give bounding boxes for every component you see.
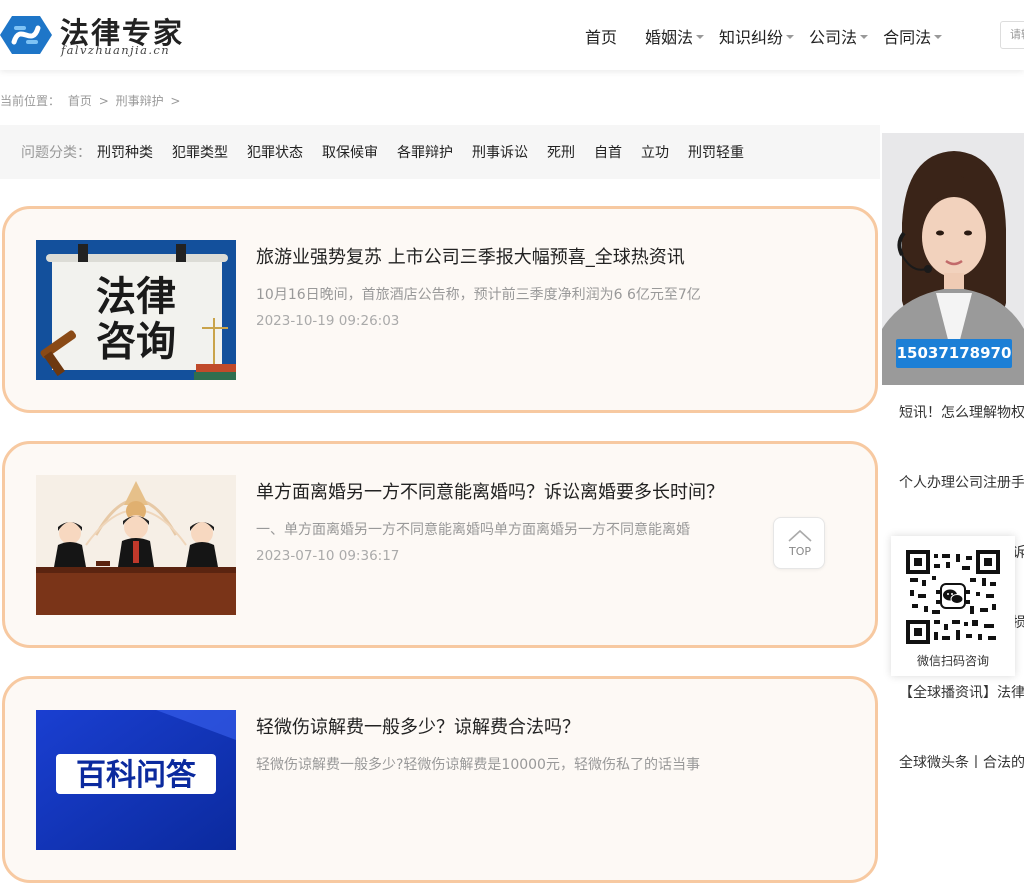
article-summary: 10月16日晚间，首旅酒店公告称，预计前三季度净利润为6 6亿元至7亿: [256, 287, 701, 303]
chevron-up-icon: [788, 529, 812, 542]
site-logo[interactable]: 法律专家 falvzhuanjia.cn: [0, 10, 200, 60]
image-text-line2: 咨询: [96, 318, 176, 365]
nav-item-label: 知识纠纷: [719, 28, 784, 47]
back-to-top-button[interactable]: TOP: [773, 517, 825, 569]
sidebar-article-link[interactable]: 【全球播资讯】法律: [899, 682, 1024, 702]
nav-item-contract-law[interactable]: 合同法: [883, 24, 943, 48]
article-thumbnail[interactable]: 百科问答: [36, 710, 236, 850]
article-title[interactable]: 单方面离婚另一方不同意能离婚吗？诉讼离婚要多长时间？: [256, 478, 724, 504]
nav-item-label: 合同法: [883, 28, 932, 47]
category-item[interactable]: 死刑: [547, 142, 575, 162]
category-item[interactable]: 犯罪状态: [247, 142, 303, 162]
court-judges-image: [36, 475, 236, 615]
breadcrumb-separator: >: [170, 94, 181, 108]
nav-item-knowledge-disputes[interactable]: 知识纠纷: [719, 24, 795, 48]
article-card[interactable]: 百科问答 轻微伤谅解费一般多少？谅解费合法吗？ 轻微伤谅解费一般多少?轻微伤谅解…: [2, 676, 878, 883]
article-date: 2023-07-10 09:36:17: [256, 548, 400, 564]
category-item[interactable]: 立功: [641, 142, 669, 162]
category-bar: 问题分类： 刑罚种类 犯罪类型 犯罪状态 取保候审 各罪辩护 刑事诉讼 死刑 自…: [0, 125, 880, 179]
image-text-line1: 法律: [96, 273, 176, 320]
article-date: 2023-10-19 09:26:03: [256, 313, 400, 329]
dropdown-arrow-icon: [786, 35, 795, 39]
nav-item-company-law[interactable]: 公司法: [809, 24, 869, 48]
article-card[interactable]: 法律 咨询 旅游业强势复苏 上市公司三季报大幅预喜_全球热资讯 10月16日晚间…: [2, 206, 878, 413]
search-input[interactable]: 请输: [1000, 21, 1024, 49]
sidebar-article-link[interactable]: 短讯！怎么理解物权: [899, 402, 1024, 422]
breadcrumb-current-link[interactable]: 刑事辩护: [116, 94, 164, 108]
category-item[interactable]: 刑罚轻重: [688, 142, 744, 162]
image-text: 百科问答: [76, 758, 197, 793]
category-item[interactable]: 自首: [594, 142, 622, 162]
qr-label: 微信扫码咨询: [916, 654, 989, 668]
article-summary: 轻微伤谅解费一般多少?轻微伤谅解费是10000元，轻微伤私了的话当事: [256, 757, 700, 773]
nav-item-label: 首页: [585, 28, 618, 47]
category-item[interactable]: 取保候审: [322, 142, 378, 162]
nav-item-label: 婚姻法: [645, 28, 694, 47]
article-title[interactable]: 旅游业强势复苏 上市公司三季报大幅预喜_全球热资讯: [256, 243, 685, 269]
back-to-top-label: TOP: [788, 545, 811, 558]
main-nav: 首页 婚姻法 知识纠纷 公司法 合同法: [585, 22, 943, 50]
category-label: 问题分类：: [21, 145, 91, 161]
breadcrumb-separator: >: [98, 94, 109, 108]
dropdown-arrow-icon: [696, 35, 705, 39]
qr-code-icon: [906, 550, 1000, 644]
breadcrumb: 当前位置： 首页 > 刑事辩护 >: [0, 92, 180, 109]
category-item[interactable]: 各罪辩护: [397, 142, 453, 162]
category-item[interactable]: 犯罪类型: [172, 142, 228, 162]
nav-item-marriage-law[interactable]: 婚姻法: [645, 24, 705, 48]
phone-number-badge[interactable]: 15037178970: [896, 339, 1012, 368]
category-item[interactable]: 刑罚种类: [97, 142, 153, 162]
article-title[interactable]: 轻微伤谅解费一般多少？谅解费合法吗？: [256, 713, 580, 739]
logo-icon: [0, 16, 52, 54]
dropdown-arrow-icon: [934, 35, 943, 39]
wechat-qr-box[interactable]: 微信扫码咨询: [891, 536, 1015, 676]
dropdown-arrow-icon: [860, 35, 869, 39]
category-item[interactable]: 刑事诉讼: [472, 142, 528, 162]
article-thumbnail[interactable]: 法律 咨询: [36, 240, 236, 380]
article-summary: 一、单方面离婚另一方不同意能离婚吗单方面离婚另一方不同意能离婚: [256, 522, 690, 538]
nav-item-label: 公司法: [809, 28, 858, 47]
logo-subtitle: falvzhuanjia.cn: [61, 43, 171, 57]
site-header: 法律专家 falvzhuanjia.cn 首页 婚姻法 知识纠纷 公司法 合同法…: [0, 0, 1024, 70]
legal-consult-image: 法律 咨询: [36, 240, 236, 380]
article-thumbnail[interactable]: [36, 475, 236, 615]
sidebar-article-link[interactable]: 全球微头条丨合法的: [899, 752, 1024, 772]
breadcrumb-home-link[interactable]: 首页: [68, 94, 92, 108]
article-card[interactable]: 单方面离婚另一方不同意能离婚吗？诉讼离婚要多长时间？ 一、单方面离婚另一方不同意…: [2, 441, 878, 648]
nav-item-home[interactable]: 首页: [585, 24, 617, 48]
sidebar-article-link[interactable]: 个人办理公司注册手: [899, 472, 1024, 492]
encyclopedia-qa-image: 百科问答: [36, 710, 236, 850]
breadcrumb-prefix: 当前位置：: [0, 94, 61, 108]
